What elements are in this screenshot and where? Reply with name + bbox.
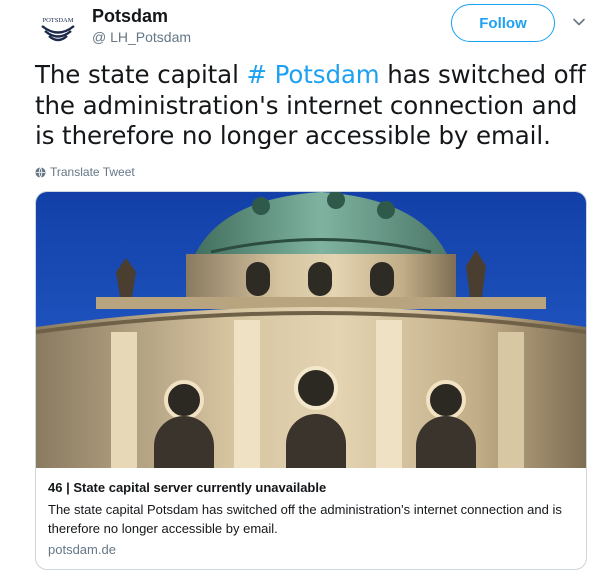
card-description: The state capital Potsdam has switched o… <box>48 502 562 536</box>
globe-icon <box>35 166 46 178</box>
translate-tweet-link[interactable]: Translate Tweet <box>35 164 135 180</box>
building-dome-image <box>36 192 586 468</box>
chevron-down-icon[interactable] <box>571 14 587 30</box>
author-name[interactable]: Potsdam <box>92 6 168 27</box>
link-card[interactable]: 46 | State capital server currently unav… <box>35 191 587 570</box>
tweet-text: The state capital # Potsdam has switched… <box>35 60 595 152</box>
card-title: 46 | State capital server currently unav… <box>48 480 327 495</box>
follow-button[interactable]: Follow <box>451 4 555 42</box>
hashtag-link[interactable]: # Potsdam <box>246 60 379 89</box>
tweet-header: POTSDAM Potsdam @ LH_Potsdam Follow <box>0 0 616 60</box>
author-handle[interactable]: @ LH_Potsdam <box>92 29 191 45</box>
tweet-text-before: The state capital <box>35 60 247 89</box>
avatar[interactable]: POTSDAM <box>36 9 80 53</box>
logo-text: POTSDAM <box>42 17 73 24</box>
potsdam-logo: POTSDAM <box>41 17 75 42</box>
card-domain: potsdam.de <box>48 542 116 557</box>
translate-label: Translate Tweet <box>50 165 135 179</box>
